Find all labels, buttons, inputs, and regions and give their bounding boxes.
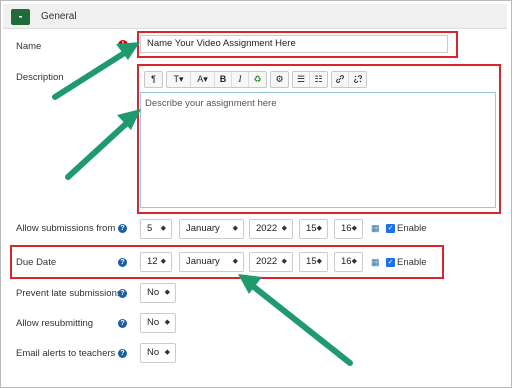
name-label: Name: [16, 41, 42, 52]
calendar-icon[interactable]: ▦: [371, 223, 381, 233]
help-icon[interactable]: ?: [118, 319, 127, 328]
email-alerts-select[interactable]: No ◆: [140, 343, 176, 363]
allow-resubmit-label: Allow resubmitting: [16, 318, 94, 329]
section-title: General: [41, 11, 77, 22]
allow-from-year-select[interactable]: 2022 ◆: [249, 219, 293, 239]
help-icon[interactable]: ?: [118, 224, 127, 233]
name-highlight-box: [137, 31, 458, 58]
description-highlight-box: [137, 64, 501, 214]
allow-from-enable-label: Enable: [397, 223, 427, 234]
allow-resubmit-select[interactable]: No ◆: [140, 313, 176, 333]
description-label: Description: [16, 72, 64, 83]
allow-from-month-select[interactable]: January ◆: [179, 219, 244, 239]
allow-from-day-select[interactable]: 5 ◆: [140, 219, 172, 239]
section-header: - General: [3, 4, 507, 29]
collapse-button[interactable]: -: [11, 9, 30, 25]
allow-from-label: Allow submissions from: [16, 223, 116, 234]
allow-from-enable-checkbox[interactable]: ✓: [386, 224, 395, 233]
email-alerts-label: Email alerts to teachers: [16, 348, 116, 359]
allow-from-minute-select[interactable]: 16 ◆: [334, 219, 363, 239]
help-icon[interactable]: ?: [118, 349, 127, 358]
due-date-highlight-box: [10, 245, 444, 279]
help-icon[interactable]: ?: [118, 289, 127, 298]
prevent-late-label: Prevent late submissions: [16, 288, 122, 299]
prevent-late-select[interactable]: No ◆: [140, 283, 176, 303]
allow-from-hour-select[interactable]: 15 ◆: [299, 219, 328, 239]
required-icon: !: [118, 40, 128, 50]
